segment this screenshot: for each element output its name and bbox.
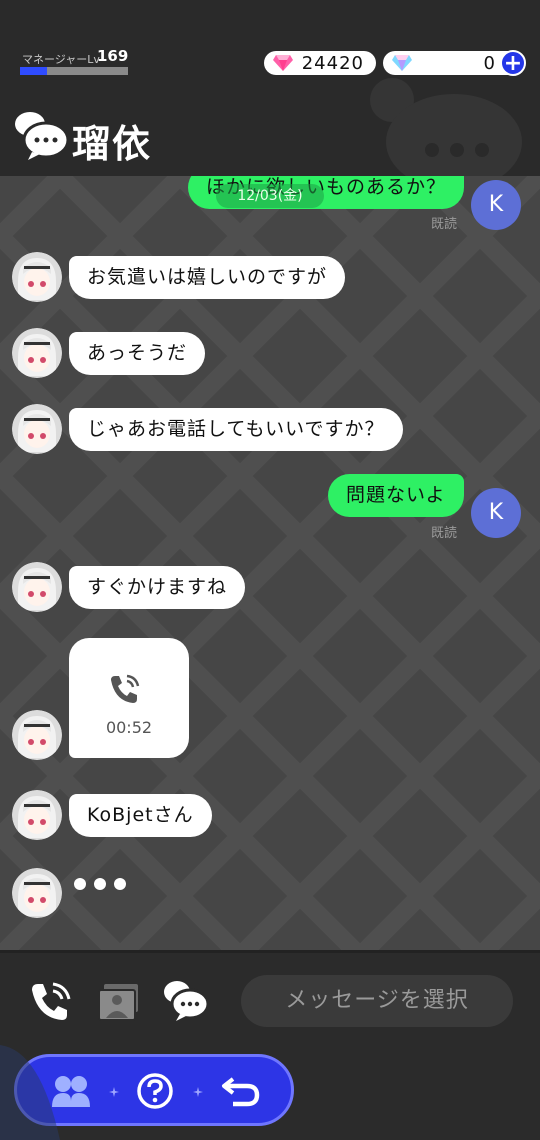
chat-bubble-background-icon bbox=[370, 78, 522, 176]
message-select-button[interactable]: メッセージを選択 bbox=[241, 975, 513, 1027]
contact-avatar[interactable] bbox=[12, 404, 62, 454]
corner-decoration bbox=[0, 1045, 60, 1140]
received-message-bubble[interactable]: すぐかけますね bbox=[69, 566, 246, 609]
phone-call-icon bbox=[111, 674, 140, 703]
sent-message-bubble[interactable]: 問題ないよ bbox=[328, 474, 464, 517]
chat-bubbles-icon[interactable] bbox=[162, 978, 210, 1022]
typing-dot bbox=[94, 878, 106, 890]
user-avatar: K bbox=[471, 488, 521, 538]
red-gem-value: 24420 bbox=[301, 53, 364, 74]
typing-indicator bbox=[74, 878, 126, 890]
help-icon[interactable] bbox=[136, 1072, 174, 1110]
contact-avatar[interactable] bbox=[12, 710, 62, 760]
contact-avatar-icon bbox=[12, 868, 62, 918]
chat-title: 瑠依 bbox=[72, 122, 153, 166]
red-gem-icon bbox=[273, 55, 293, 71]
typing-dot bbox=[114, 878, 126, 890]
manager-level-value: 169 bbox=[97, 47, 129, 65]
contact-avatar-icon bbox=[12, 252, 62, 302]
sparkle-icon bbox=[193, 1087, 203, 1097]
read-receipt: 既読 bbox=[431, 217, 458, 232]
received-message-bubble[interactable]: お気遣いは嬉しいのですが bbox=[69, 256, 346, 299]
typing-dot bbox=[74, 878, 86, 890]
gallery-icon[interactable] bbox=[96, 982, 142, 1022]
contact-avatar-icon bbox=[12, 328, 62, 378]
date-separator: 12/03(金) bbox=[216, 184, 324, 208]
red-gem-counter[interactable]: 24420 bbox=[264, 51, 376, 75]
manager-level-label: マネージャーLv bbox=[22, 53, 100, 66]
contact-avatar-icon bbox=[12, 790, 62, 840]
contact-avatar-icon bbox=[12, 562, 62, 612]
call-duration: 00:52 bbox=[105, 718, 153, 737]
contact-avatar-icon bbox=[12, 404, 62, 454]
level-progress-bar bbox=[20, 67, 128, 75]
contact-avatar[interactable] bbox=[12, 868, 62, 918]
chat-area[interactable]: ほかに欲しいものあるか？ 12/03(金) K 既読 お気遣いは嬉しいのですが … bbox=[0, 176, 540, 950]
back-arrow-icon[interactable] bbox=[221, 1073, 261, 1109]
chat-bubbles-title-icon bbox=[15, 112, 70, 160]
contact-avatar[interactable] bbox=[12, 252, 62, 302]
add-gems-button[interactable]: + bbox=[500, 50, 526, 76]
received-message-bubble[interactable]: KoBjetさん bbox=[69, 794, 212, 837]
blue-gem-icon bbox=[392, 55, 412, 71]
sparkle-icon bbox=[109, 1087, 119, 1097]
read-receipt: 既読 bbox=[431, 526, 458, 541]
contact-avatar[interactable] bbox=[12, 328, 62, 378]
blue-gem-value: 0 bbox=[483, 53, 496, 74]
received-message-bubble[interactable]: あっそうだ bbox=[69, 332, 206, 375]
contact-avatar-icon bbox=[12, 710, 62, 760]
user-avatar: K bbox=[471, 180, 521, 230]
received-message-bubble[interactable]: じゃあお電話してもいいですか？ bbox=[69, 408, 403, 451]
bottom-bar: メッセージを選択 bbox=[0, 950, 540, 1140]
header: マネージャーLv 169 24420 0 + 瑠依 bbox=[0, 0, 540, 176]
call-record-card[interactable]: 00:52 bbox=[69, 638, 189, 758]
contact-avatar[interactable] bbox=[12, 562, 62, 612]
contact-avatar[interactable] bbox=[12, 790, 62, 840]
phone-icon[interactable] bbox=[28, 980, 74, 1024]
blue-gem-counter[interactable]: 0 + bbox=[383, 50, 526, 76]
divider bbox=[0, 950, 540, 953]
level-progress-fill bbox=[20, 67, 47, 75]
